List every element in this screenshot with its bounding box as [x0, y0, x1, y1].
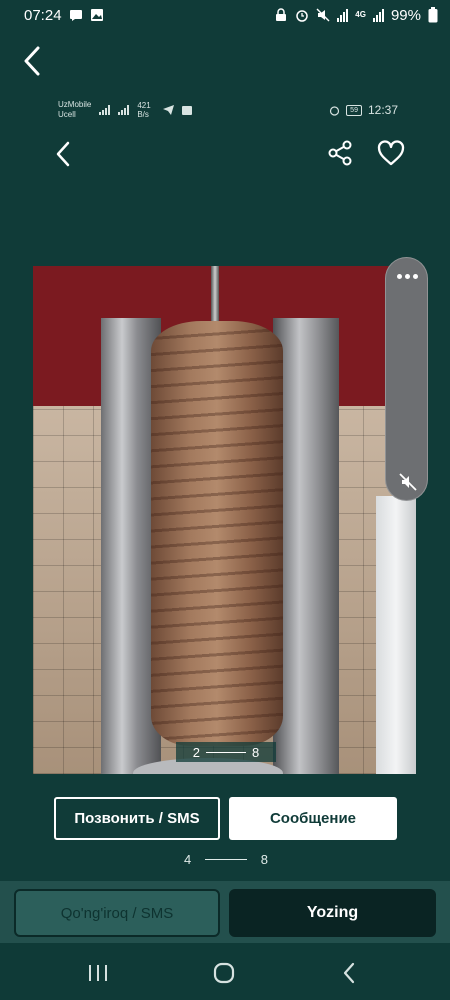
message-button[interactable]: Сообщение: [229, 797, 397, 840]
system-navigation-bar: [0, 943, 450, 1000]
call-button[interactable]: Qo'ng'iroq / SMS: [14, 889, 220, 937]
inner-battery: 59: [346, 104, 362, 116]
lock-icon: [276, 8, 287, 21]
inner-time: 12:37: [367, 103, 398, 117]
call-sms-button[interactable]: Позвонить / SMS: [54, 797, 220, 840]
net-speed: 421 B/s: [137, 101, 151, 119]
photo-counter-current: 2: [192, 744, 200, 760]
home-icon[interactable]: [212, 962, 236, 984]
mute-icon[interactable]: [398, 472, 418, 492]
network-4g-icon: 4G: [355, 10, 366, 19]
nav-back-icon[interactable]: [340, 961, 358, 985]
photo-fridge: [376, 496, 416, 774]
back-icon[interactable]: [18, 44, 48, 78]
battery-icon: [428, 7, 438, 23]
recent-apps-icon[interactable]: [86, 963, 110, 983]
status-time: 07:24: [24, 6, 62, 24]
signal-2-icon: [372, 8, 384, 22]
alarm-icon: [296, 10, 309, 22]
more-dots-icon[interactable]: [397, 274, 418, 279]
carrier-2: Ucell: [58, 110, 76, 119]
inner-status-bar: UzMobile Ucell 421 B/s 59 12:37: [58, 97, 398, 123]
inner-alarm-icon: [330, 105, 340, 116]
telegram-icon: [163, 105, 175, 115]
side-panel[interactable]: [385, 257, 428, 501]
message-notification-icon: [69, 10, 82, 21]
battery-percent: 99%: [390, 6, 421, 24]
photo-rod: [211, 266, 219, 326]
pager-current: 4: [184, 851, 192, 867]
chevron-left-icon[interactable]: [52, 139, 76, 169]
status-bar: 07:24 4G 99%: [0, 0, 450, 30]
inner-signal-2-icon: [118, 105, 130, 115]
gallery-notification-icon: [90, 9, 103, 21]
write-button[interactable]: Yozing: [229, 889, 436, 937]
photo-doner-meat: [151, 321, 283, 746]
share-icon[interactable]: [326, 139, 354, 167]
pager-total: 8: [260, 851, 268, 867]
inner-signal-icon: [99, 105, 111, 115]
photo-counter-total: 8: [252, 744, 260, 760]
carrier-1: UzMobile: [58, 100, 92, 109]
mute-status-icon: [316, 8, 330, 22]
message-icon: [182, 105, 193, 115]
heart-icon[interactable]: [376, 139, 406, 167]
listing-photo[interactable]: [33, 266, 416, 774]
signal-icon: [337, 8, 349, 22]
pager-divider: [205, 858, 247, 860]
pager: 4 8: [184, 851, 268, 867]
photo-counter-divider: [206, 751, 246, 753]
bottom-action-bar: Qo'ng'iroq / SMS Yozing: [0, 881, 450, 943]
listing-header: [0, 135, 450, 171]
photo-counter: 2 8: [176, 742, 276, 762]
